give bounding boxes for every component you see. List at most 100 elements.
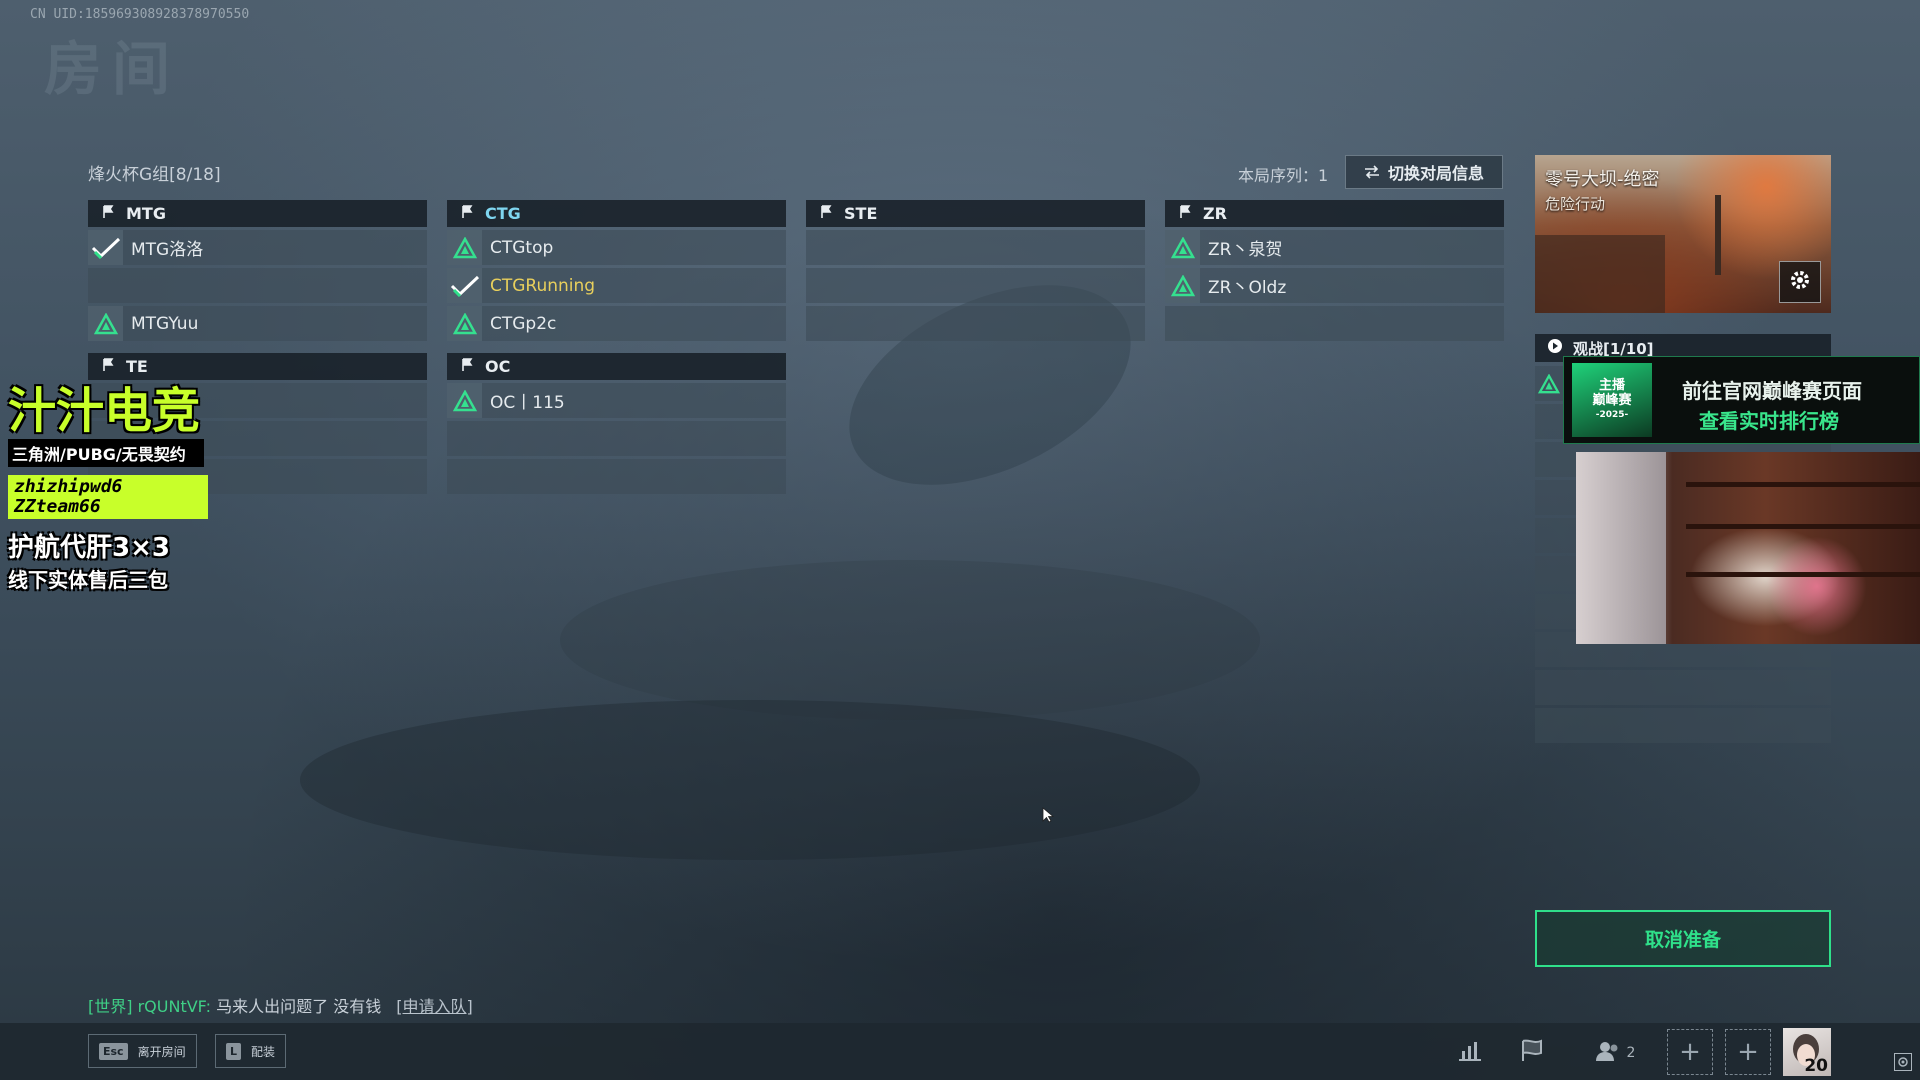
rank-triangle-icon: [88, 306, 123, 341]
spectator-slot[interactable]: [1535, 708, 1831, 743]
soldiers-silhouette: [300, 700, 1200, 860]
team-header[interactable]: ZR: [1165, 200, 1504, 227]
shelf: [1686, 524, 1920, 529]
shelf: [1686, 482, 1920, 487]
rank-triangle-icon: [1165, 268, 1200, 303]
mouse-cursor-icon: [1042, 807, 1055, 827]
player-slot-empty[interactable]: [447, 459, 786, 494]
settings-corner-button[interactable]: [1894, 1053, 1912, 1071]
team-card: MTG MTG洛洛 MTGYuu: [88, 200, 427, 341]
team-card: CTG CTGtop CTGRunning CTGp2c: [447, 200, 786, 341]
player-avatar[interactable]: 20: [1783, 1028, 1831, 1076]
player-slot[interactable]: MTGYuu: [88, 306, 427, 341]
tournament-logo-line3: -2025-: [1595, 409, 1629, 420]
map-card[interactable]: 零号大坝-绝密 危险行动: [1535, 155, 1831, 313]
shelf: [1686, 572, 1920, 577]
player-slot[interactable]: CTGtop: [447, 230, 786, 265]
player-slot[interactable]: ZR丶Oldz: [1165, 268, 1504, 303]
match-flag-button[interactable]: [1512, 1036, 1552, 1070]
player-slot[interactable]: MTG洛洛: [88, 230, 427, 265]
player-slot[interactable]: CTGp2c: [447, 306, 786, 341]
curtain: [1576, 452, 1666, 644]
brand-name: 汁汁电竞: [8, 383, 201, 439]
map-name: 零号大坝-绝密: [1545, 169, 1660, 190]
team-header[interactable]: OC: [447, 353, 786, 380]
team-card: STE: [806, 200, 1145, 341]
esc-key: Esc: [99, 1042, 128, 1060]
player-slot-empty[interactable]: [806, 306, 1145, 341]
map-mode: 危险行动: [1545, 195, 1606, 213]
spectator-slot[interactable]: [1535, 670, 1831, 705]
player-slot-empty[interactable]: [806, 230, 1145, 265]
rank-triangle-icon: [447, 230, 482, 265]
player-slot-empty[interactable]: [806, 268, 1145, 303]
invite-slot-button[interactable]: +: [1725, 1029, 1771, 1075]
swap-icon: [1364, 165, 1379, 179]
player-slot-empty[interactable]: [447, 421, 786, 456]
chat-user[interactable]: rQUNtVF:: [138, 997, 211, 1016]
flag-icon: [1179, 204, 1191, 223]
invite-slot-button[interactable]: +: [1667, 1029, 1713, 1075]
target-icon: [1897, 1053, 1909, 1072]
cancel-ready-button[interactable]: 取消准备: [1535, 910, 1831, 967]
apply-join-link[interactable]: [申请入队]: [396, 997, 473, 1016]
uid-label: CN UID:1859693089283789705​50: [30, 7, 250, 22]
gear-icon: [1788, 268, 1812, 296]
leave-room-label: 离开房间: [137, 1044, 186, 1059]
map-settings-button[interactable]: [1779, 261, 1821, 303]
stats-button[interactable]: [1450, 1036, 1490, 1070]
friends-icon: [1595, 1040, 1621, 1066]
promo-line1: 前往官网巅峰赛页面: [1682, 379, 1862, 403]
wechat-id: zhizhipwd6: [14, 476, 123, 497]
team-card: OC OC丨115: [447, 353, 786, 494]
player-name: ZR丶Oldz: [1208, 278, 1287, 298]
team-name: STE: [844, 204, 878, 223]
loadout-label: 配装: [251, 1044, 276, 1059]
team-card: ZR ZR丶泉贺 ZR丶Oldz: [1165, 200, 1504, 341]
switch-match-info-label: 切换对局信息: [1387, 164, 1484, 183]
player-name: CTGp2c: [490, 313, 557, 334]
player-slot[interactable]: OC丨115: [447, 383, 786, 418]
team-header[interactable]: CTG: [447, 200, 786, 227]
flag-icon: [461, 357, 473, 376]
plus-icon: +: [1737, 1037, 1759, 1067]
tournament-logo-line2: 巅峰赛: [1592, 392, 1632, 408]
tournament-logo-line1: 主播: [1598, 377, 1625, 393]
brand-overlay: 汁汁电竞 三角洲/PUBG/无畏契约 zhizhipwd6 ZZteam66 护…: [8, 385, 208, 593]
flag-icon: [461, 204, 473, 223]
brand-service-line1: 护航代肝3×3: [8, 533, 170, 563]
rank-triangle-icon: [447, 383, 482, 418]
rank-triangle-icon: [1535, 370, 1563, 398]
play-icon: [1547, 338, 1563, 358]
team-header[interactable]: STE: [806, 200, 1145, 227]
player-level: 20: [1804, 1056, 1828, 1076]
promo-banner[interactable]: 主播 巅峰赛 -2025- 前往官网巅峰赛页面 查看实时排行榜: [1563, 356, 1920, 444]
friends-button[interactable]: 2: [1585, 1036, 1645, 1070]
player-slot-empty[interactable]: [1165, 306, 1504, 341]
tournament-logo: 主播 巅峰赛 -2025-: [1572, 363, 1652, 437]
player-slot[interactable]: ZR丶泉贺: [1165, 230, 1504, 265]
ready-check-icon: [88, 230, 123, 265]
brand-games: 三角洲/PUBG/无畏契约: [8, 439, 204, 467]
switch-match-info-button[interactable]: 切换对局信息: [1345, 155, 1503, 189]
promo-line2: 查看实时排行榜: [1699, 409, 1839, 433]
chat-channel: [世界]: [88, 997, 133, 1016]
team-name: MTG: [126, 204, 166, 223]
rank-triangle-icon: [1165, 230, 1200, 265]
flag-icon: [102, 357, 114, 376]
team-header[interactable]: TE: [88, 353, 427, 380]
group-title: 烽火杯G组[8/18]: [88, 165, 221, 185]
player-slot-empty[interactable]: [88, 268, 427, 303]
player-name: ZR丶泉贺: [1208, 240, 1283, 260]
wechat-team-id: ZZteam66: [14, 496, 101, 517]
plus-icon: +: [1679, 1037, 1701, 1067]
team-header[interactable]: MTG: [88, 200, 427, 227]
flag-icon: [102, 204, 114, 223]
player-slot-self[interactable]: CTGRunning: [447, 268, 786, 303]
brand-wechat: zhizhipwd6 ZZteam66: [8, 475, 208, 519]
flag-icon: [1519, 1039, 1545, 1067]
loadout-button[interactable]: L 配装: [215, 1034, 287, 1068]
leave-room-button[interactable]: Esc 离开房间: [88, 1034, 197, 1068]
team-name: CTG: [485, 204, 521, 223]
player-name: CTGtop: [490, 237, 554, 258]
